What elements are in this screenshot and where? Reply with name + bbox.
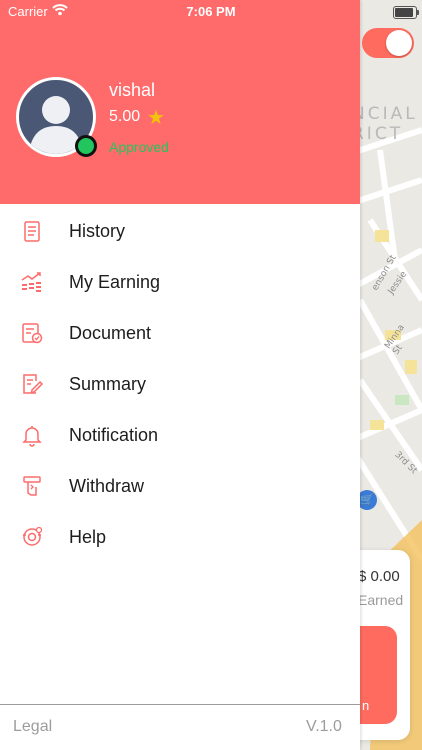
- summary-icon: [23, 374, 44, 394]
- earnings-amount: $ 0.00: [358, 568, 400, 585]
- menu-item-withdraw[interactable]: Withdraw: [0, 462, 360, 513]
- drawer-header: vishal 5.00 ★ Approved: [0, 0, 360, 204]
- profile-rating: 5.00: [109, 108, 141, 125]
- legal-link[interactable]: Legal: [13, 718, 52, 736]
- menu-item-help[interactable]: Help: [0, 513, 360, 564]
- earning-icon: [21, 272, 41, 292]
- app-version: V.1.0: [306, 718, 342, 735]
- clock: 7:06 PM: [186, 4, 236, 19]
- earnings-label: Earned: [358, 592, 404, 608]
- menu-label: My Earning: [69, 272, 161, 292]
- toggle-knob: [386, 30, 412, 56]
- menu-label: Notification: [69, 425, 159, 445]
- menu-label: Summary: [69, 374, 147, 394]
- help-icon: [23, 526, 43, 546]
- menu-label: Withdraw: [69, 476, 145, 496]
- online-status-indicator: [75, 135, 97, 157]
- menu-label: Document: [69, 323, 152, 343]
- map-district-label: NCIAL RICT: [352, 104, 418, 144]
- store-pin-icon[interactable]: 🛒: [357, 490, 377, 510]
- profile-name: vishal: [109, 80, 156, 100]
- profile-status: Approved: [109, 139, 169, 155]
- online-toggle[interactable]: [362, 28, 414, 58]
- menu-item-my-earning[interactable]: My Earning: [0, 258, 360, 309]
- battery-icon: [393, 6, 419, 19]
- menu-item-document[interactable]: Document: [0, 309, 360, 360]
- side-drawer: vishal 5.00 ★ Approved History My Earnin…: [0, 0, 360, 750]
- footer-divider: [0, 704, 360, 705]
- history-icon: [24, 221, 40, 242]
- menu-label: History: [69, 221, 126, 241]
- go-online-label: n: [362, 698, 370, 713]
- status-bar: Carrier 7:06 PM: [0, 0, 422, 24]
- withdraw-icon: [23, 476, 41, 496]
- menu-item-summary[interactable]: Summary: [0, 360, 360, 411]
- drawer-menu: History My Earning Document Summary Noti…: [0, 207, 360, 564]
- menu-label: Help: [69, 527, 107, 547]
- menu-item-history[interactable]: History: [0, 207, 360, 258]
- menu-item-notification[interactable]: Notification: [0, 411, 360, 462]
- star-icon: ★: [147, 107, 165, 129]
- bell-icon: [22, 426, 42, 447]
- document-icon: [22, 323, 43, 344]
